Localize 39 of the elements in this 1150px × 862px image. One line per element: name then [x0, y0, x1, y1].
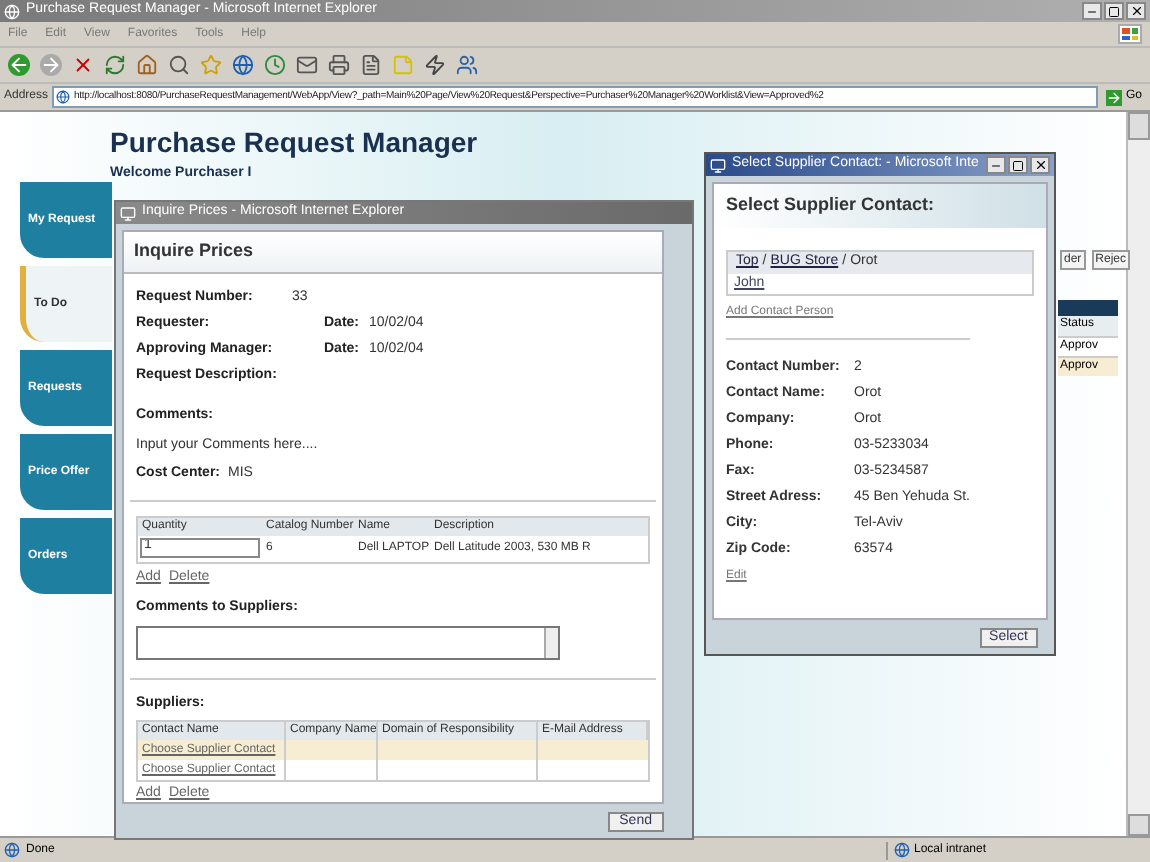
back-icon[interactable] [8, 54, 30, 76]
close-button[interactable] [1030, 156, 1050, 174]
people-icon[interactable] [456, 54, 478, 76]
star-icon[interactable] [200, 54, 222, 76]
minimize-button[interactable] [986, 156, 1006, 174]
forward-icon[interactable] [40, 54, 62, 76]
browser-icon [4, 3, 20, 19]
close-icon [1033, 158, 1047, 172]
minimize-button[interactable] [1082, 2, 1102, 20]
window-icon [120, 205, 136, 221]
minimize-icon [990, 159, 1002, 171]
maximize-icon [1012, 159, 1024, 171]
windows-logo-icon [1118, 24, 1142, 44]
maximize-button[interactable] [1008, 156, 1028, 174]
minimize-icon [1086, 5, 1098, 17]
page-icon [4, 842, 20, 858]
printer-icon[interactable] [328, 54, 350, 76]
stop-icon[interactable] [72, 54, 94, 76]
close-icon [1129, 4, 1143, 18]
home-icon[interactable] [136, 54, 158, 76]
zone-icon [894, 842, 910, 858]
page-heading: Select Supplier Contact: [726, 192, 935, 219]
search-icon[interactable] [168, 54, 190, 76]
clock-icon[interactable] [264, 54, 286, 76]
page-heading: Inquire Prices [134, 238, 254, 265]
mail-icon[interactable] [296, 54, 318, 76]
scrollbar[interactable] [1126, 112, 1150, 836]
refresh-icon[interactable] [104, 54, 126, 76]
globe-icon[interactable] [232, 54, 254, 76]
app-title: Purchase Request Manager [110, 124, 478, 162]
maximize-button[interactable] [1104, 2, 1124, 20]
maximize-icon [1108, 5, 1120, 17]
comments-textarea[interactable] [136, 625, 560, 660]
close-button[interactable] [1126, 2, 1146, 20]
lightning-icon[interactable] [424, 54, 446, 76]
table-header-bar [1058, 300, 1118, 316]
document-icon[interactable] [360, 54, 382, 76]
page-icon [56, 90, 71, 104]
window-icon [710, 157, 726, 173]
